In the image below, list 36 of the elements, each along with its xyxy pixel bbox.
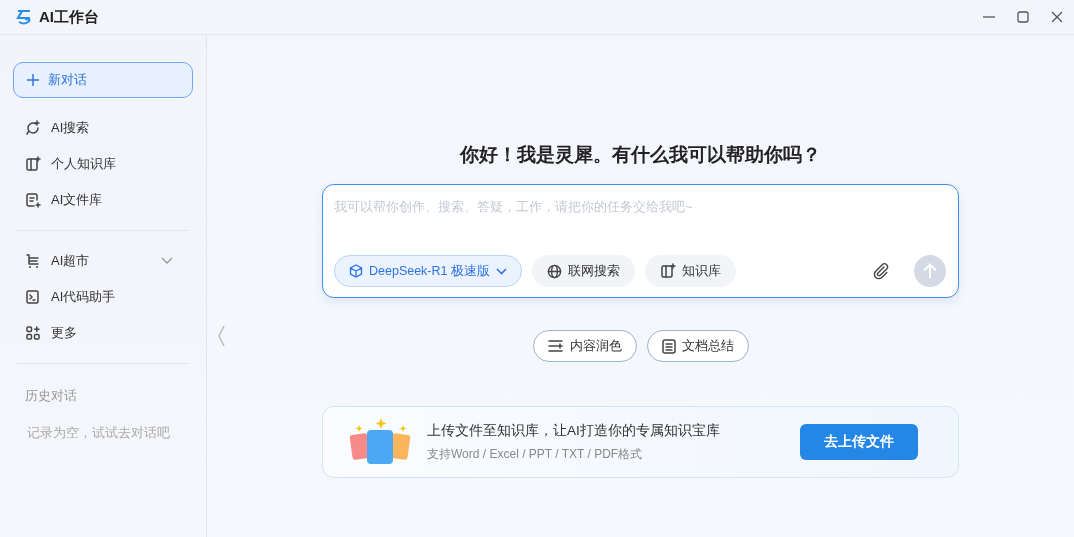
sidebar-item[interactable]: AI超市: [13, 243, 193, 279]
section-heading: 历史对话: [24, 388, 78, 405]
arrow-up-icon: [921, 262, 939, 280]
sidebar-item[interactable]: 个人知识库: [13, 146, 193, 182]
prompt-input[interactable]: 我可以帮你创作、搜索、答疑，工作，请把你的任务交给我吧~: [334, 199, 946, 214]
upload-button[interactable]: 去上传文件: [800, 424, 918, 460]
greeting: 你好！我是灵犀。有什么我可以帮助你吗？: [460, 143, 821, 167]
document-icon: [661, 338, 676, 354]
plus-icon: [26, 73, 40, 87]
quick-action-button[interactable]: 内容润色: [532, 330, 637, 362]
search-icon: [25, 120, 41, 136]
toggle-button[interactable]: 联网搜索: [532, 255, 635, 287]
cart-icon: [25, 253, 41, 269]
code-icon: [25, 289, 41, 305]
sidebar-item[interactable]: AI代码助手: [13, 279, 193, 315]
empty-history-text: 记录为空，试试去对话吧: [26, 425, 171, 442]
book-icon: [25, 156, 41, 172]
book-icon: [660, 263, 676, 279]
sidebar-item[interactable]: AI搜索: [13, 110, 193, 146]
sidebar-item[interactable]: 更多: [13, 315, 193, 351]
sidebar-item[interactable]: AI文件库: [13, 182, 193, 218]
apps-icon: [25, 325, 41, 341]
globe-icon: [547, 263, 562, 279]
chevron-icon: [496, 267, 507, 275]
document-icon: [25, 192, 41, 208]
toggle-button[interactable]: 知识库: [645, 255, 736, 287]
quick-action-button[interactable]: 文档总结: [646, 330, 749, 362]
attachment-icon[interactable]: [872, 262, 890, 280]
polish-icon: [547, 339, 564, 353]
app-title: AI工作台: [39, 7, 99, 27]
documents-icon: [349, 418, 411, 466]
new-chat-button[interactable]: 新对话: [13, 62, 193, 98]
banner-subtitle: 支持Word / Excel / PPT / TXT / PDF格式: [427, 445, 644, 463]
model-selector[interactable]: DeepSeek-R1 极速版: [334, 255, 522, 287]
banner-title: 上传文件至知识库，让AI打造你的专属知识宝库: [427, 421, 720, 440]
cube-icon: [349, 264, 363, 278]
